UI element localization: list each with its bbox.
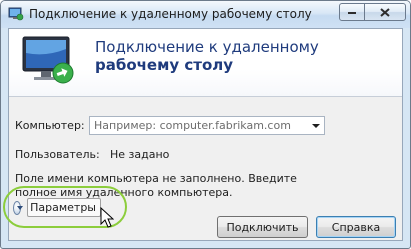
- help-button[interactable]: Справка: [316, 216, 396, 238]
- minimize-icon: [348, 12, 356, 14]
- mouse-cursor-icon: [100, 207, 114, 228]
- connect-button[interactable]: Подключить: [217, 216, 308, 238]
- options-button[interactable]: Параметры: [13, 197, 101, 218]
- window-title: Подключение к удаленному рабочему столу: [29, 7, 312, 21]
- rdp-window: Подключение к удаленному рабочему столу …: [0, 0, 411, 249]
- options-button-label: Параметры: [27, 198, 101, 217]
- user-value: Не задано: [110, 148, 170, 161]
- close-icon: [380, 7, 390, 17]
- remote-desktop-monitor-icon: [22, 36, 74, 84]
- header-banner: Подключение к удаленному рабочему столу: [9, 29, 402, 97]
- chevron-down-icon[interactable]: [312, 124, 320, 128]
- expand-chevron-icon[interactable]: [13, 200, 23, 215]
- user-label: Пользователь:: [15, 148, 100, 161]
- minimize-button[interactable]: [339, 3, 365, 21]
- banner-title-line1: Подключение к удаленному: [95, 38, 319, 56]
- computer-input[interactable]: Например: computer.fabrikam.com: [94, 119, 291, 132]
- title-bar[interactable]: Подключение к удаленному рабочему столу: [1, 1, 410, 28]
- remote-desktop-icon: [8, 7, 24, 21]
- computer-combobox[interactable]: Например: computer.fabrikam.com: [89, 116, 325, 135]
- close-button[interactable]: [364, 3, 406, 21]
- computer-label: Компьютер:: [15, 119, 85, 132]
- banner-title-line2: рабочему столу: [95, 56, 234, 74]
